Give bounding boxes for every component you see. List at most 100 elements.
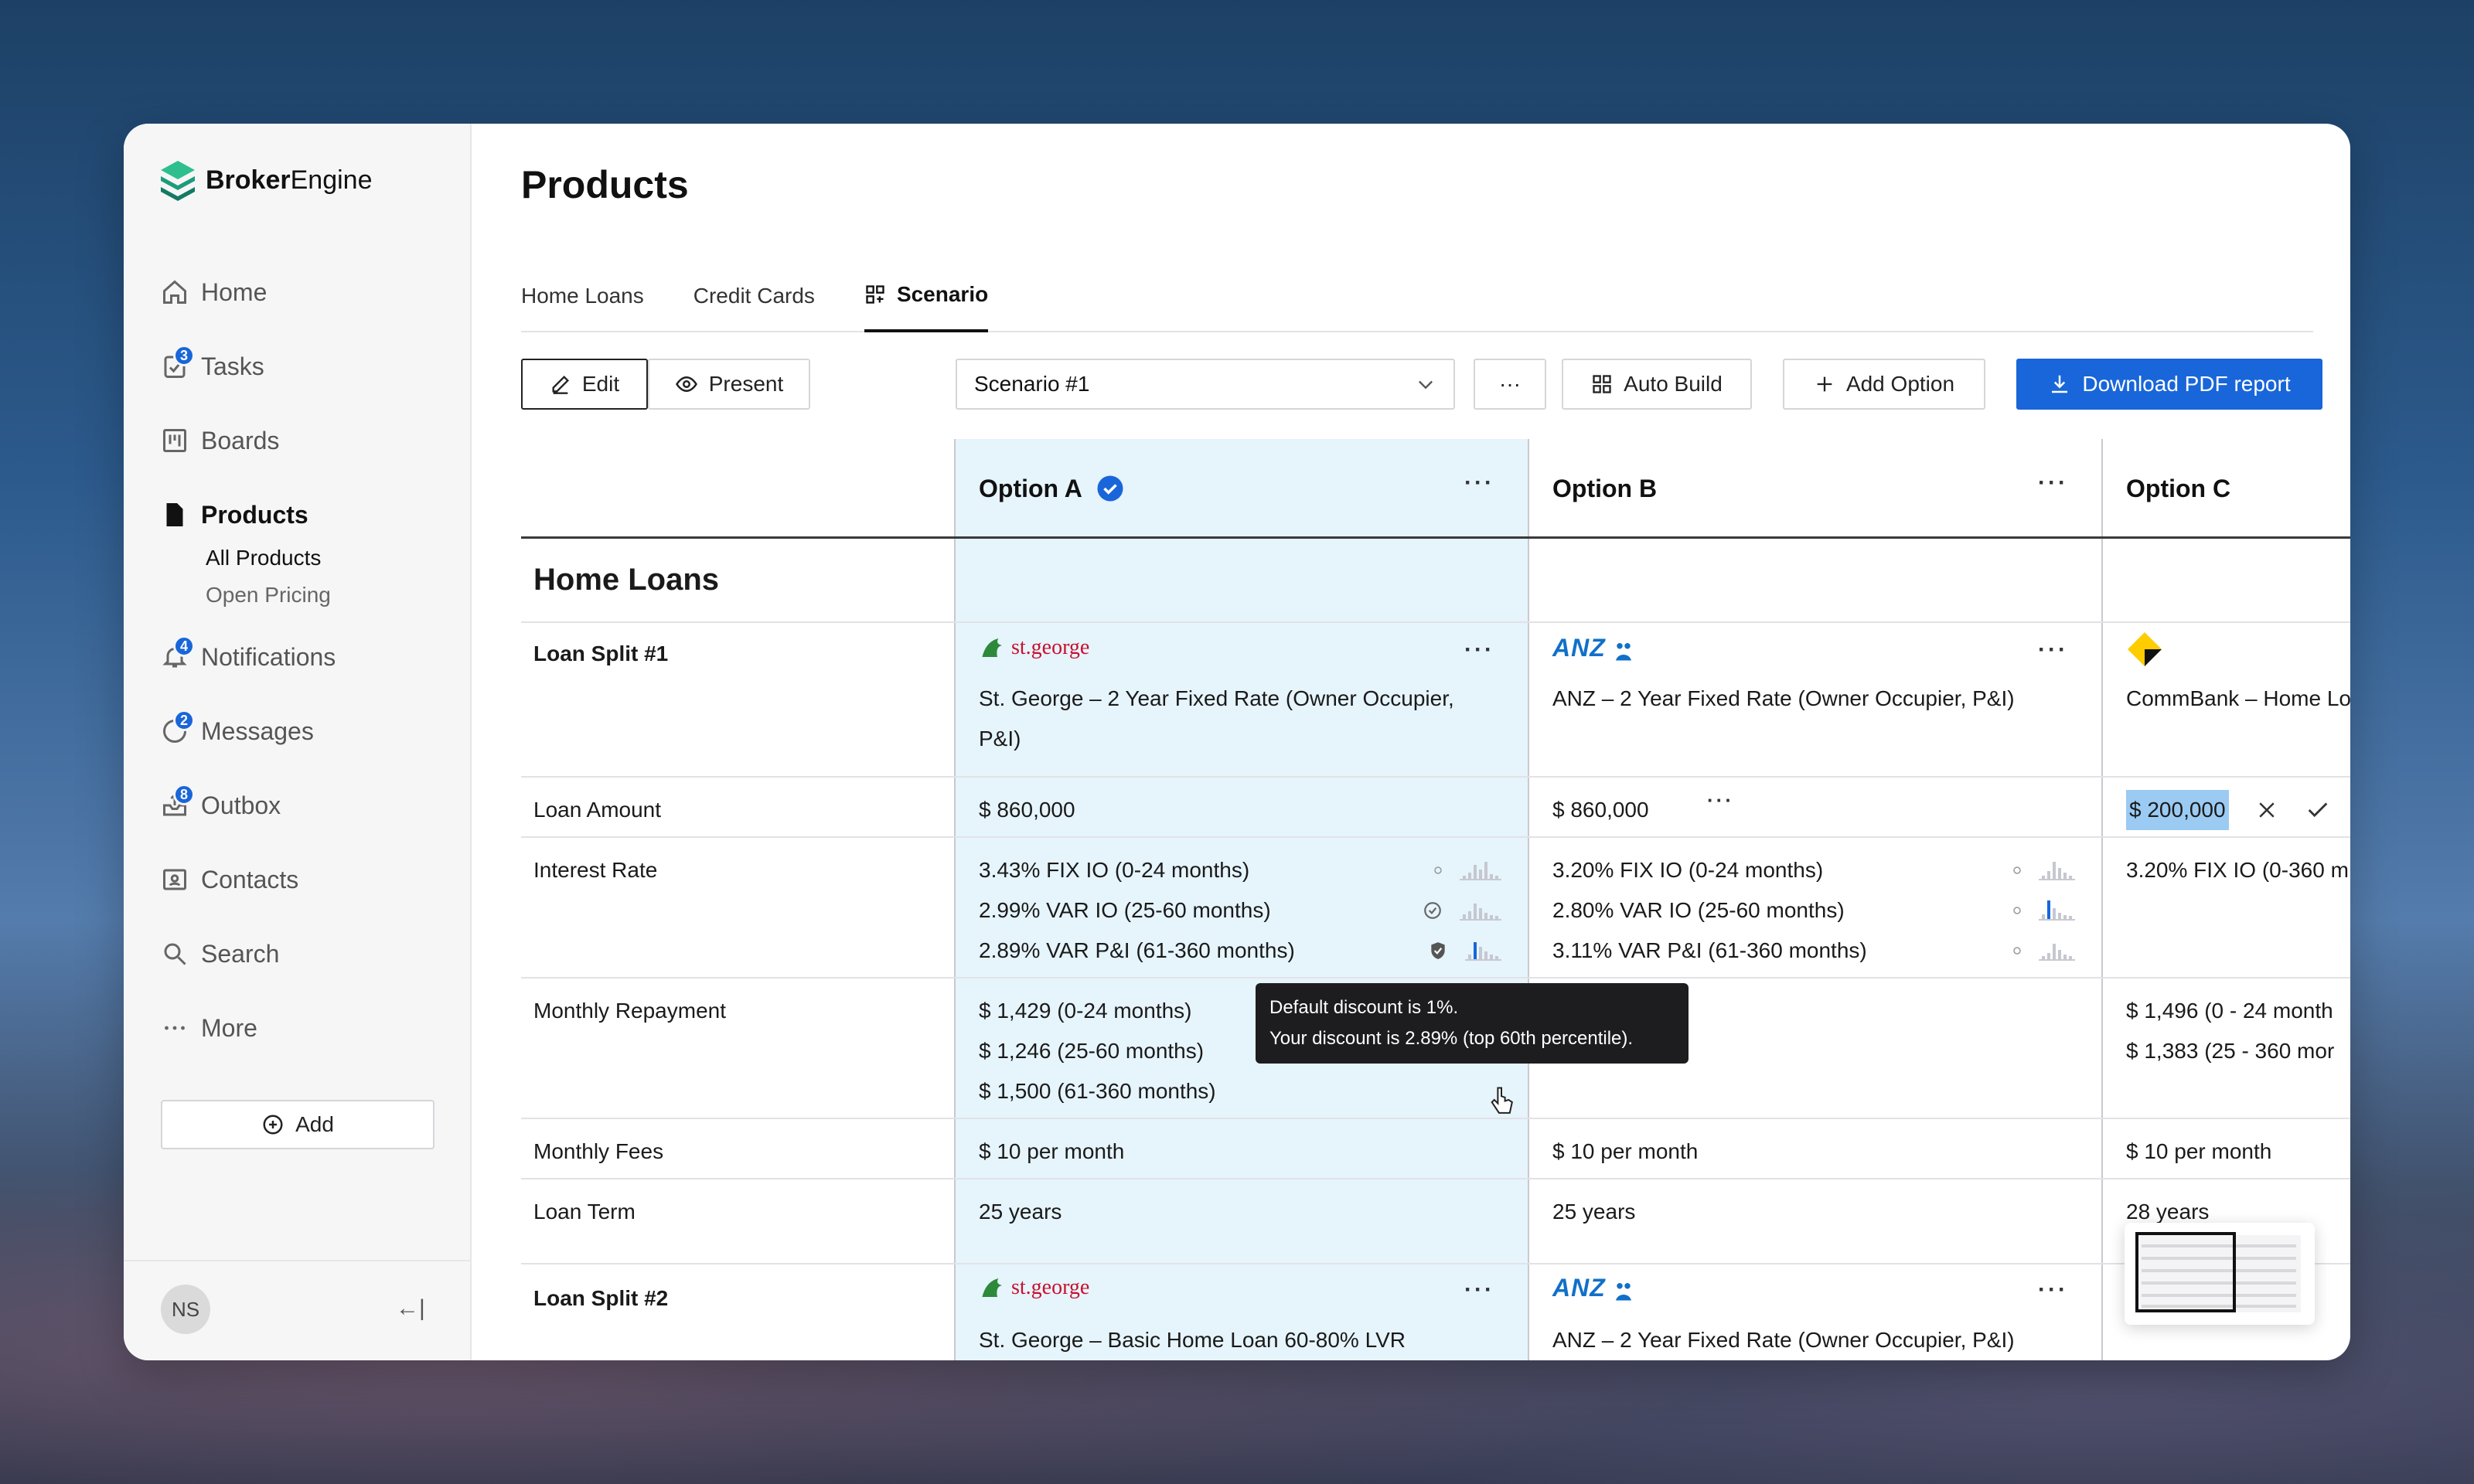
anz-person-icon — [1615, 642, 1631, 661]
sidebar-item-contacts[interactable]: Contacts — [159, 842, 438, 917]
split2-b-menu[interactable]: ··· — [2038, 1277, 2068, 1303]
split1-b-menu[interactable]: ··· — [2038, 637, 2068, 663]
table-minimap[interactable] — [2125, 1223, 2315, 1325]
rate-distribution-chart[interactable] — [2039, 860, 2075, 880]
edit-button[interactable]: Edit — [521, 359, 648, 410]
chat-icon: 2 — [159, 710, 195, 747]
rate-text: 2.89% VAR P&I (61-360 months) — [979, 938, 1295, 962]
sidebar-item-label: Messages — [201, 716, 314, 745]
option-b-title: Option B — [1552, 474, 1658, 502]
sidebar-item-outbox[interactable]: 8 Outbox — [159, 768, 438, 842]
more-options-label: ··· — [1499, 372, 1521, 396]
option-b-header[interactable]: Option B — [1552, 439, 1657, 538]
amount-a[interactable]: $ 860,000 — [979, 790, 1075, 830]
collapse-sidebar-icon[interactable]: ←| — [396, 1295, 425, 1322]
cancel-icon[interactable] — [2255, 798, 2278, 822]
sidebar-item-messages[interactable]: 2 Messages — [159, 694, 438, 768]
row-label-amount: Loan Amount — [533, 798, 662, 822]
rate-text: 2.99% VAR IO (25-60 months) — [979, 898, 1271, 922]
home-icon — [159, 277, 190, 308]
sidebar-item-notifications[interactable]: 4 Notifications — [159, 620, 438, 694]
option-c-header[interactable]: Option C — [2126, 439, 2230, 538]
rate-distribution-chart[interactable] — [1465, 941, 1501, 961]
eye-icon — [675, 376, 697, 393]
tab-label: Scenario — [896, 282, 989, 306]
sidebar-item-search[interactable]: Search — [159, 917, 438, 991]
sidebar-item-label: Outbox — [201, 791, 281, 819]
repay-line: $ 1,246 (25-60 months) — [979, 1039, 1205, 1063]
tasks-icon: 3 — [159, 345, 195, 382]
check-badge-icon — [1097, 475, 1123, 502]
term-b: 25 years — [1552, 1200, 1636, 1224]
logo-text-bold: Broker — [206, 165, 291, 195]
option-a-header[interactable]: Option A — [979, 439, 1124, 538]
option-a-menu[interactable]: ··· — [1464, 470, 1494, 496]
sidebar-item-tasks[interactable]: 3 Tasks — [159, 329, 438, 403]
rate-row: 2.99% VAR IO (25-60 months) — [979, 890, 1501, 931]
discount-tooltip: Default discount is 1%. Your discount is… — [1256, 983, 1689, 1064]
sidebar-item-home[interactable]: Home — [159, 255, 438, 329]
outbox-icon: 8 — [159, 784, 195, 821]
more-options-button[interactable]: ··· — [1474, 359, 1546, 410]
split2-a-menu[interactable]: ··· — [1464, 1277, 1494, 1303]
add-option-button[interactable]: Add Option — [1783, 359, 1985, 410]
edit-label: Edit — [581, 372, 620, 396]
row-label-split2: Loan Split #2 — [533, 1286, 669, 1310]
amount-c-editor: $ 200,000 — [2126, 790, 2331, 830]
rates-b: 3.20% FIX IO (0-24 months) 2.80% VAR IO … — [1552, 850, 2075, 971]
sidebar-item-boards[interactable]: Boards — [159, 403, 438, 478]
tab-scenario[interactable]: Scenario — [864, 260, 989, 332]
amount-c-input[interactable]: $ 200,000 — [2126, 790, 2229, 830]
split1-a-menu[interactable]: ··· — [1464, 637, 1494, 663]
sidebar-item-label: More — [201, 1013, 257, 1042]
download-pdf-button[interactable]: Download PDF report — [2016, 359, 2322, 410]
amount-b[interactable]: $ 860,000 — [1552, 790, 1649, 830]
hand-cursor-icon — [1491, 1087, 1513, 1114]
scenario-select[interactable]: Scenario #1 — [956, 359, 1455, 410]
subnav-open-pricing[interactable]: Open Pricing — [206, 577, 438, 614]
sidebar-item-label: Boards — [201, 426, 280, 454]
tab-credit-cards[interactable]: Credit Cards — [693, 260, 815, 332]
avatar[interactable]: NS — [161, 1285, 210, 1334]
amount-b-menu[interactable]: ··· — [1707, 788, 1734, 812]
logo-text-light: Engine — [290, 165, 373, 195]
term-a: 25 years — [979, 1200, 1062, 1224]
anz-wordmark: ANZ — [1552, 634, 1606, 662]
option-b-menu[interactable]: ··· — [2038, 470, 2068, 496]
row-divider — [521, 621, 2350, 623]
confirm-check-icon[interactable] — [2305, 797, 2331, 823]
tab-home-loans[interactable]: Home Loans — [521, 260, 644, 332]
row-divider — [521, 836, 2350, 838]
rate-text: 3.43% FIX IO (0-24 months) — [979, 858, 1250, 882]
add-button[interactable]: Add — [161, 1100, 434, 1149]
auto-build-button[interactable]: Auto Build — [1562, 359, 1752, 410]
comparison-grid: Option A ··· Option B ··· Option C Home … — [521, 439, 2350, 1360]
anz-logo: ANZ — [1552, 628, 1635, 669]
sidebar-item-label: Notifications — [201, 642, 336, 671]
sidebar-item-products[interactable]: Products — [159, 478, 438, 552]
rate-row: 3.11% VAR P&I (61-360 months) — [1552, 931, 2075, 971]
rate-distribution-chart[interactable] — [1460, 900, 1501, 921]
check-circle-icon — [1424, 902, 1441, 919]
rate-distribution-chart[interactable] — [2039, 900, 2075, 921]
tooltip-line: Default discount is 1%. — [1269, 997, 1459, 1018]
rate-row: 3.43% FIX IO (0-24 months) — [979, 850, 1501, 890]
repay-line: $ 1,500 (61-360 months) — [979, 1079, 1216, 1103]
dot-icon — [2013, 907, 2021, 914]
present-button[interactable]: Present — [648, 359, 810, 410]
split2-b-product: ANZ – 2 Year Fixed Rate (Owner Occupier,… — [1552, 1328, 2015, 1352]
repay-line: $ 1,383 (25 - 360 mor — [2126, 1039, 2335, 1063]
bell-icon: 4 — [159, 635, 195, 672]
rate-distribution-chart[interactable] — [1460, 860, 1501, 880]
sidebar-item-label: Search — [201, 939, 280, 968]
commbank-diamond-icon — [2128, 631, 2162, 666]
page-title: Products — [521, 163, 689, 206]
dragon-icon — [982, 1278, 1002, 1297]
fees-c: $ 10 per month — [2126, 1139, 2272, 1163]
outbox-badge: 8 — [173, 784, 195, 805]
download-icon — [2052, 375, 2068, 393]
sidebar-item-more[interactable]: More — [159, 991, 438, 1065]
app-window: BrokerEngine Home 3 Tasks Boards Product… — [124, 124, 2350, 1360]
rate-distribution-chart[interactable] — [2039, 941, 2075, 961]
repay-c: $ 1,496 (0 - 24 month $ 1,383 (25 - 360 … — [2126, 991, 2350, 1071]
